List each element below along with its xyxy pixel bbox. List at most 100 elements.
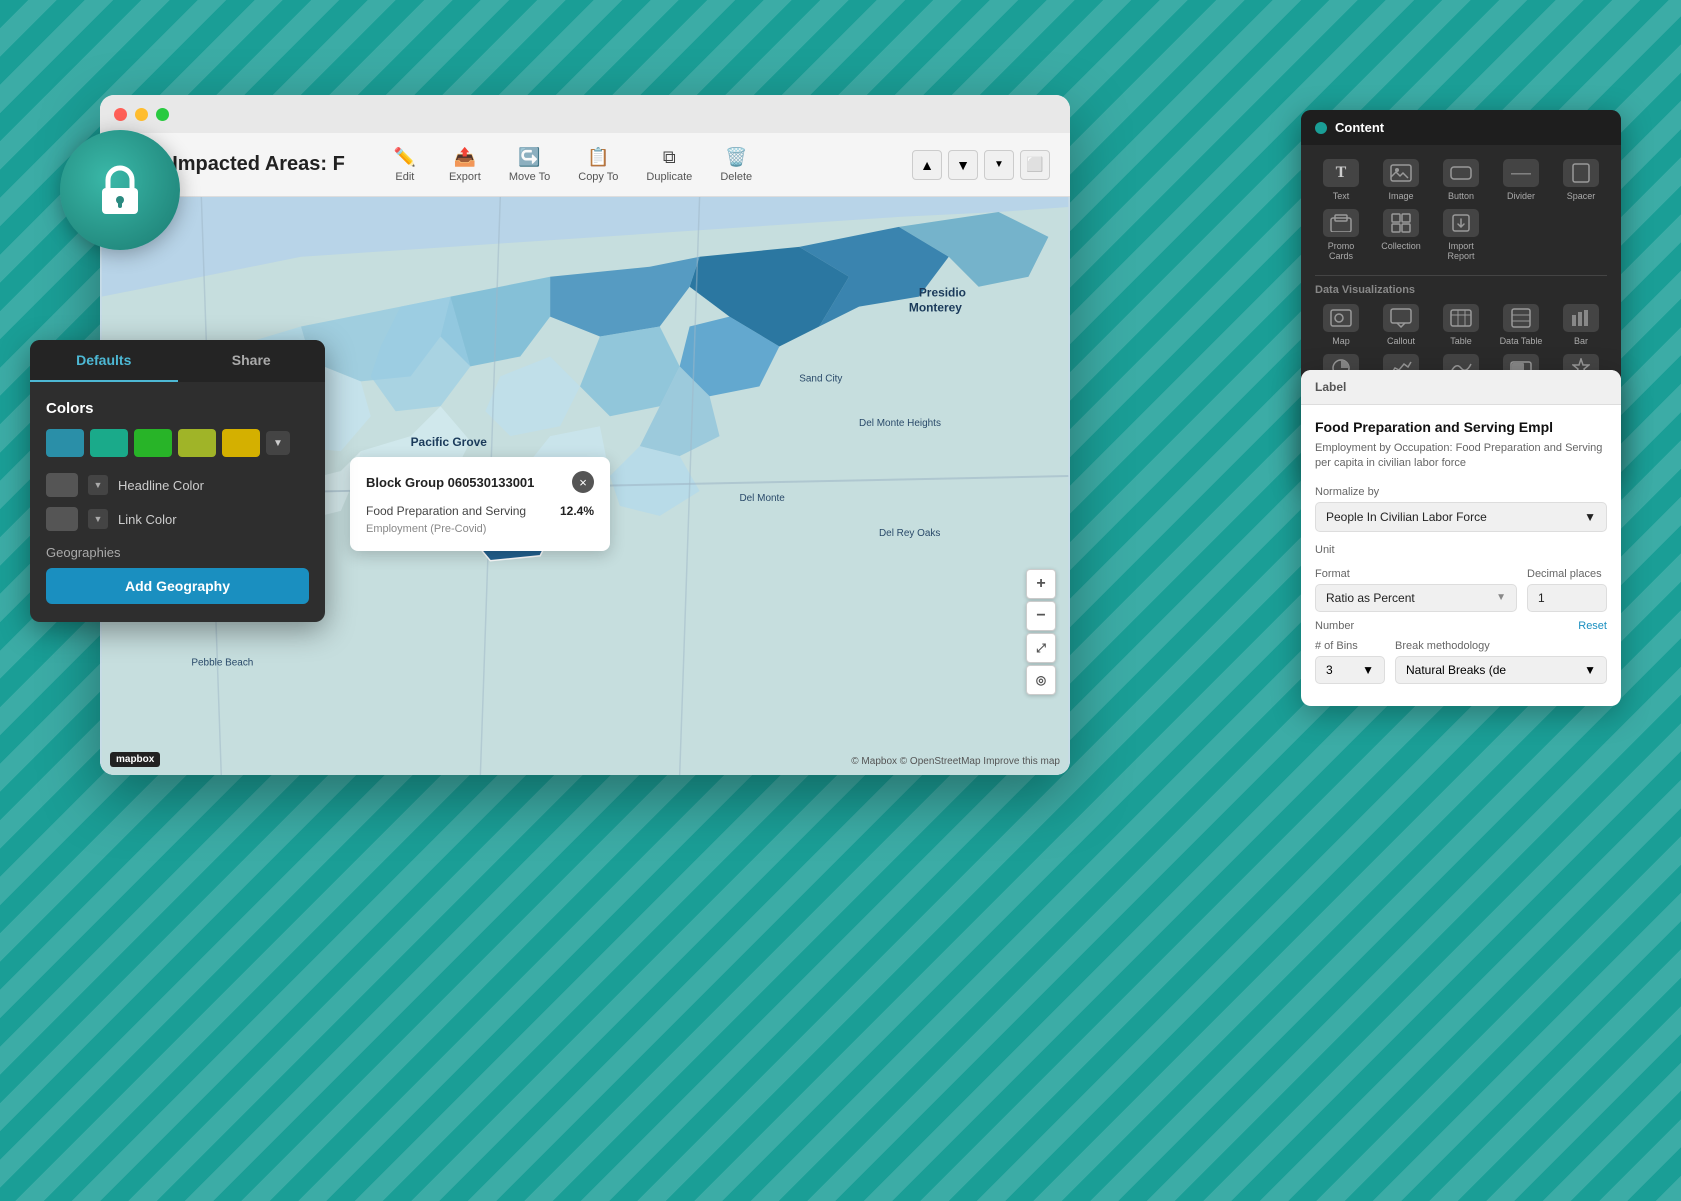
data-table-icon xyxy=(1503,304,1539,332)
nav-down-arrow[interactable]: ▼ xyxy=(948,150,978,180)
format-row: Format Ratio as Percent ▼ Decimal places xyxy=(1315,568,1607,612)
swatch-1[interactable] xyxy=(46,429,84,457)
geographies-section: Geographies Add Geography xyxy=(46,545,309,604)
bins-label: # of Bins xyxy=(1315,640,1385,652)
popup-header: Block Group 060530133001 × xyxy=(366,471,594,493)
format-chevron-icon: ▼ xyxy=(1496,592,1506,603)
import-label: Import Report xyxy=(1435,241,1487,261)
label-panel-header: Label xyxy=(1301,370,1621,405)
link-color-preview[interactable] xyxy=(46,507,78,531)
number-label: Number xyxy=(1315,620,1354,632)
normalize-select[interactable]: People In Civilian Labor Force ▼ xyxy=(1315,502,1607,532)
swatch-dropdown[interactable]: ▼ xyxy=(266,431,290,455)
data-table-label: Data Table xyxy=(1500,336,1543,346)
break-select[interactable]: Natural Breaks (de ▼ xyxy=(1395,656,1607,684)
content-item-image[interactable]: Image xyxy=(1375,159,1427,201)
traffic-light-green[interactable] xyxy=(156,108,169,121)
text-icon: T xyxy=(1323,159,1359,187)
nav-menu-arrow[interactable]: ▼ xyxy=(984,150,1014,180)
break-value: Natural Breaks (de xyxy=(1406,663,1506,677)
viz-item-callout[interactable]: Callout xyxy=(1375,304,1427,346)
expand-button[interactable]: ⤢ xyxy=(1026,633,1056,663)
format-col: Format Ratio as Percent ▼ xyxy=(1315,568,1517,612)
zoom-out-button[interactable]: − xyxy=(1026,601,1056,631)
export-label: Export xyxy=(449,171,481,183)
swatch-5[interactable] xyxy=(222,429,260,457)
nav-expand-btn[interactable]: ⬜ xyxy=(1020,150,1050,180)
swatch-4[interactable] xyxy=(178,429,216,457)
tab-share[interactable]: Share xyxy=(178,340,326,382)
moveto-label: Move To xyxy=(509,171,550,183)
link-color-option: ▼ Link Color xyxy=(46,507,309,531)
popup-close-icon: × xyxy=(579,475,587,490)
link-color-dropdown[interactable]: ▼ xyxy=(88,509,108,529)
link-color-label: Link Color xyxy=(118,512,177,527)
viz-section-title: Data Visualizations xyxy=(1301,276,1621,300)
unit-label: Unit xyxy=(1315,544,1607,556)
lock-icon xyxy=(90,160,150,220)
popup-row-value: 12.4% xyxy=(560,503,594,537)
table-icon xyxy=(1443,304,1479,332)
promo-label: Promo Cards xyxy=(1315,241,1367,261)
divider-label: Divider xyxy=(1507,191,1535,201)
edit-label: Edit xyxy=(395,171,414,183)
color-swatches: ▼ xyxy=(46,429,309,457)
headline-color-dropdown[interactable]: ▼ xyxy=(88,475,108,495)
viz-item-bar[interactable]: Bar xyxy=(1555,304,1607,346)
swatch-2[interactable] xyxy=(90,429,128,457)
viz-item-table[interactable]: Table xyxy=(1435,304,1487,346)
toolbar-actions: ✏️ Edit 📤 Export ↪️ Move To 📋 Copy To ⧉ xyxy=(375,141,1050,189)
delete-button[interactable]: 🗑️ Delete xyxy=(706,141,766,189)
svg-text:Del Monte Heights: Del Monte Heights xyxy=(859,418,941,429)
compass-button[interactable]: ◎ xyxy=(1026,665,1056,695)
edit-icon: ✏️ xyxy=(394,147,416,168)
svg-text:Sand City: Sand City xyxy=(799,373,842,384)
collection-label: Collection xyxy=(1381,241,1421,251)
sidebar-tabs: Defaults Share xyxy=(30,340,325,382)
format-select[interactable]: Ratio as Percent ▼ xyxy=(1315,584,1517,612)
tab-defaults[interactable]: Defaults xyxy=(30,340,178,382)
traffic-light-yellow[interactable] xyxy=(135,108,148,121)
content-item-import[interactable]: Import Report xyxy=(1435,209,1487,261)
toolbar: Most Impacted Areas: F ✏️ Edit 📤 Export … xyxy=(100,133,1070,197)
add-geography-button[interactable]: Add Geography xyxy=(46,568,309,604)
collection-icon xyxy=(1383,209,1419,237)
map-popup: Block Group 060530133001 × Food Preparat… xyxy=(350,457,610,551)
viz-item-data-table[interactable]: Data Table xyxy=(1495,304,1547,346)
decimal-col: Decimal places xyxy=(1527,568,1607,612)
copyto-button[interactable]: 📋 Copy To xyxy=(564,141,632,189)
colors-title: Colors xyxy=(46,400,309,417)
export-button[interactable]: 📤 Export xyxy=(435,141,495,189)
break-label: Break methodology xyxy=(1395,640,1607,652)
mapbox-logo: mapbox xyxy=(110,752,160,767)
headline-color-preview[interactable] xyxy=(46,473,78,497)
copyto-label: Copy To xyxy=(578,171,618,183)
map-attribution: © Mapbox © OpenStreetMap Improve this ma… xyxy=(851,756,1060,767)
content-item-promo[interactable]: Promo Cards xyxy=(1315,209,1367,261)
viz-item-map[interactable]: Map xyxy=(1315,304,1367,346)
content-item-collection[interactable]: Collection xyxy=(1375,209,1427,261)
svg-text:Del Monte: Del Monte xyxy=(739,493,785,504)
content-item-text[interactable]: T Text xyxy=(1315,159,1367,201)
left-sidebar: Defaults Share Colors ▼ ▼ Headline Color… xyxy=(30,340,325,622)
content-item-button[interactable]: Button xyxy=(1435,159,1487,201)
map-controls: + − ⤢ ◎ xyxy=(1026,569,1056,695)
edit-button[interactable]: ✏️ Edit xyxy=(375,141,435,189)
button-icon xyxy=(1443,159,1479,187)
duplicate-button[interactable]: ⧉ Duplicate xyxy=(632,141,706,189)
popup-close-button[interactable]: × xyxy=(572,471,594,493)
traffic-light-red[interactable] xyxy=(114,108,127,121)
content-items-grid: T Text Image Button — Divider Spacer xyxy=(1301,145,1621,275)
bins-select[interactable]: 3 ▼ xyxy=(1315,656,1385,684)
content-item-divider[interactable]: — Divider xyxy=(1495,159,1547,201)
normalize-label: Normalize by xyxy=(1315,486,1379,498)
bar-chart-icon xyxy=(1563,304,1599,332)
spacer-label: Spacer xyxy=(1567,191,1596,201)
nav-up-arrow[interactable]: ▲ xyxy=(912,150,942,180)
moveto-button[interactable]: ↪️ Move To xyxy=(495,141,564,189)
number-reset-link[interactable]: Reset xyxy=(1578,620,1607,632)
decimal-input[interactable] xyxy=(1527,584,1607,612)
swatch-3[interactable] xyxy=(134,429,172,457)
content-item-spacer[interactable]: Spacer xyxy=(1555,159,1607,201)
zoom-in-button[interactable]: + xyxy=(1026,569,1056,599)
